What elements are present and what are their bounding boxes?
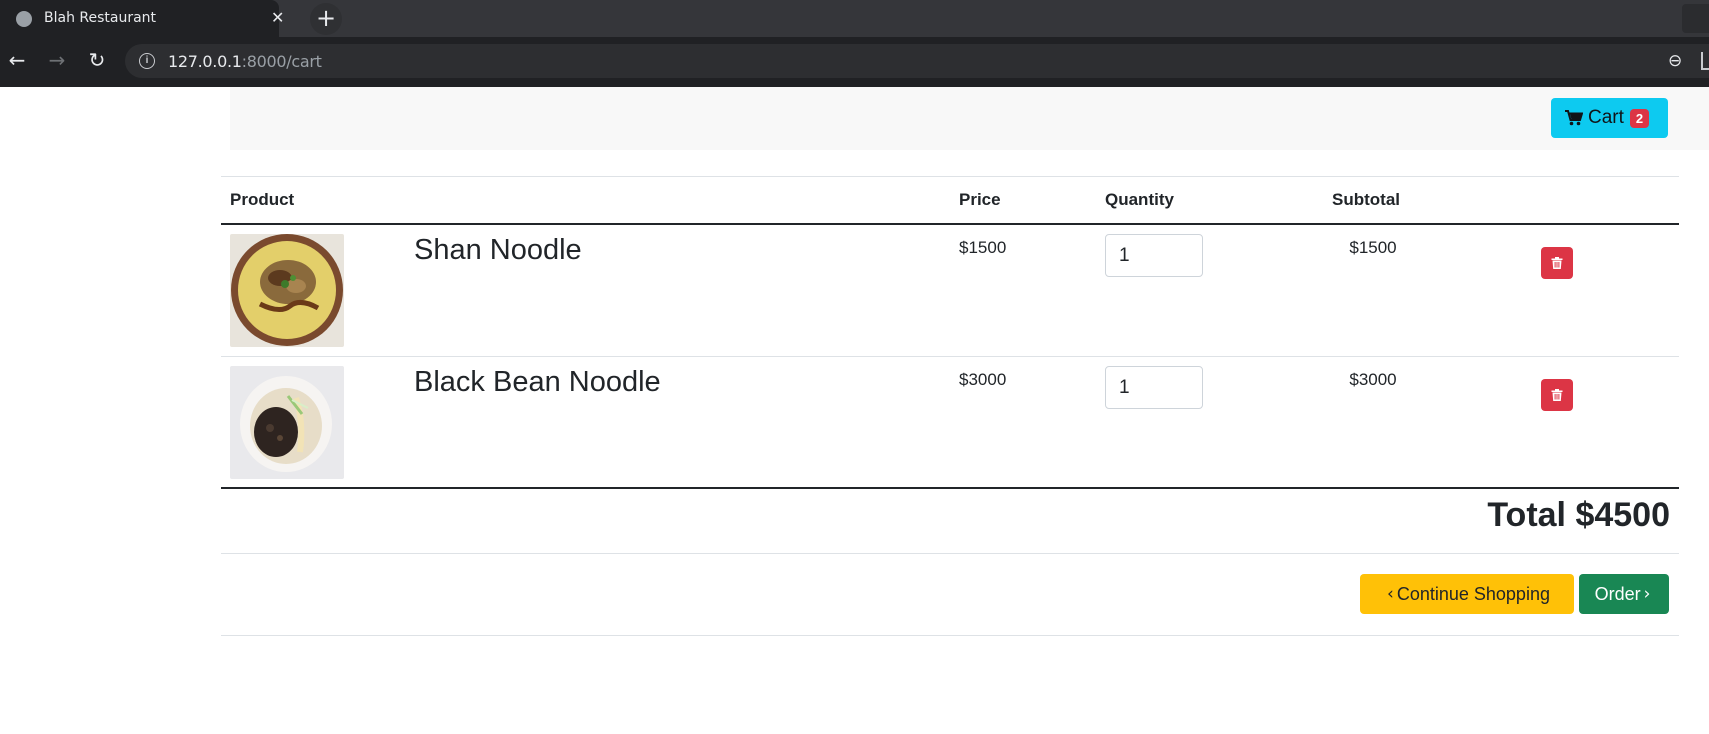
tab-search-button[interactable]	[1682, 4, 1709, 33]
product-image-shan-noodle	[230, 234, 344, 347]
product-price: $1500	[959, 238, 1007, 257]
quantity-input[interactable]	[1105, 366, 1203, 409]
url-host: 127.0.0.1	[168, 52, 242, 71]
product-image-black-bean-noodle	[230, 366, 344, 479]
info-icon[interactable]: i	[139, 53, 155, 69]
share-icon[interactable]	[1701, 52, 1709, 70]
cart-total: Total $4500	[1487, 496, 1670, 534]
product-name: Shan Noodle	[414, 234, 582, 266]
chevron-right-icon: ›	[1643, 584, 1651, 604]
browser-toolbar: ← → ↻ i 127.0.0.1:8000/cart ⊖	[0, 37, 1709, 87]
url-path: :8000/cart	[241, 52, 322, 71]
cart-label: Cart	[1588, 107, 1624, 128]
trash-icon	[1551, 257, 1563, 269]
column-header-quantity: Quantity	[1105, 190, 1174, 209]
cart-button[interactable]: Cart 2	[1551, 98, 1668, 138]
url-text[interactable]: 127.0.0.1:8000/cart	[168, 52, 322, 71]
remove-item-button[interactable]	[1541, 379, 1573, 411]
tab-title: Blah Restaurant	[44, 10, 157, 26]
chevron-left-icon: ‹	[1387, 584, 1394, 604]
cart-icon	[1565, 110, 1583, 126]
cart-count-badge: 2	[1629, 108, 1650, 128]
table-row: Shan Noodle $1500 $1500	[221, 225, 1679, 357]
forward-arrow-icon[interactable]: →	[44, 47, 70, 73]
column-header-subtotal: Subtotal	[1332, 190, 1400, 209]
table-row: Black Bean Noodle $3000 $3000	[221, 357, 1679, 489]
table-top-border	[221, 176, 1679, 177]
browser-tab-strip: Blah Restaurant ✕ +	[0, 0, 1709, 37]
continue-shopping-label: Continue Shopping	[1396, 583, 1550, 604]
back-arrow-icon[interactable]: ←	[4, 47, 30, 73]
plus-icon[interactable]: +	[310, 3, 342, 35]
trash-icon	[1551, 389, 1563, 401]
product-name: Black Bean Noodle	[414, 366, 661, 398]
top-navbar	[230, 87, 1709, 150]
actions-divider	[221, 635, 1679, 636]
browser-tab[interactable]: Blah Restaurant ✕	[0, 0, 284, 37]
total-divider	[221, 553, 1679, 554]
product-price: $3000	[959, 370, 1007, 389]
product-subtotal: $3000	[1349, 370, 1397, 389]
product-subtotal: $1500	[1349, 238, 1397, 257]
globe-icon	[16, 11, 32, 27]
column-header-product: Product	[230, 190, 295, 209]
address-bar[interactable]: i 127.0.0.1:8000/cart ⊖	[125, 44, 1709, 78]
quantity-input[interactable]	[1105, 234, 1203, 277]
remove-item-button[interactable]	[1541, 247, 1573, 279]
zoom-out-icon[interactable]: ⊖	[1668, 51, 1682, 71]
continue-shopping-button[interactable]: ‹ Continue Shopping	[1360, 574, 1574, 614]
order-button[interactable]: Order ›	[1579, 574, 1669, 614]
close-icon[interactable]: ✕	[271, 8, 284, 27]
order-label: Order	[1594, 583, 1641, 604]
column-header-price: Price	[959, 190, 1001, 209]
reload-icon[interactable]: ↻	[84, 47, 110, 73]
